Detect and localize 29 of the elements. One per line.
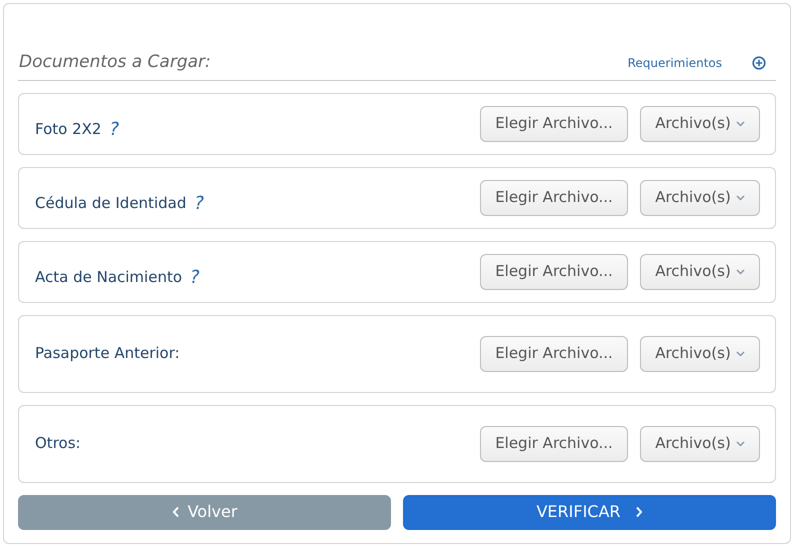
document-label: Acta de Nacimiento [35, 267, 182, 288]
chevron-right-icon [634, 506, 643, 518]
caret-icon [736, 268, 745, 274]
choose-file-button[interactable]: Elegir Archivo... [480, 180, 628, 216]
help-mark[interactable]: ? [190, 266, 200, 289]
files-dropdown[interactable]: Archivo(s) [640, 426, 760, 462]
add-icon[interactable] [752, 56, 766, 70]
caret-icon [736, 440, 745, 446]
caret-icon [736, 120, 745, 126]
help-mark[interactable]: ? [194, 192, 204, 215]
choose-file-button[interactable]: Elegir Archivo... [480, 254, 628, 290]
caret-icon [736, 350, 745, 356]
files-dropdown[interactable]: Archivo(s) [640, 336, 760, 372]
document-label: Foto 2X2 [35, 119, 102, 140]
document-label: Cédula de Identidad [35, 193, 186, 214]
document-label: Otros: [35, 433, 81, 454]
choose-file-button[interactable]: Elegir Archivo... [480, 106, 628, 142]
choose-file-button[interactable]: Elegir Archivo... [480, 426, 628, 462]
requirements-link[interactable]: Requerimientos [628, 54, 722, 72]
verify-button[interactable]: VERIFICAR [403, 494, 776, 530]
help-mark[interactable]: ? [109, 118, 120, 141]
document-label: Pasaporte Anterior: [35, 343, 180, 364]
section-title: Documentos a Cargar: [19, 51, 211, 74]
files-dropdown[interactable]: Archivo(s) [640, 106, 760, 142]
choose-file-button[interactable]: Elegir Archivo... [480, 336, 628, 372]
caret-icon [736, 194, 745, 200]
chevron-left-icon [172, 506, 180, 518]
files-dropdown[interactable]: Archivo(s) [640, 254, 760, 290]
files-dropdown[interactable]: Archivo(s) [640, 180, 760, 216]
